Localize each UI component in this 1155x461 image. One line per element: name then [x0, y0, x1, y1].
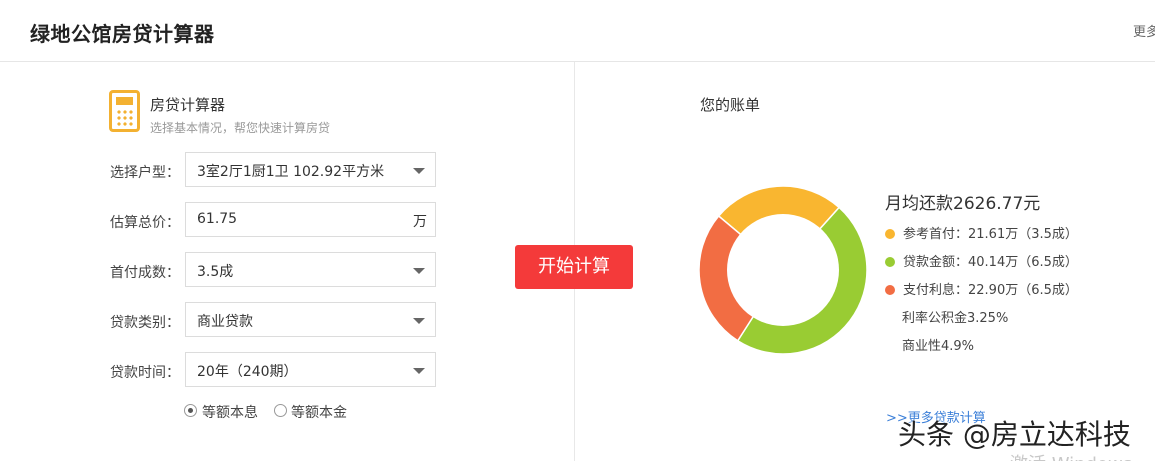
- chevron-down-icon: [413, 168, 425, 174]
- legend-down-payment-text: 参考首付：21.61万（3.5成）: [903, 227, 1078, 242]
- legend-down-payment: 参考首付：21.61万（3.5成）: [885, 223, 1078, 242]
- equal-principal-label[interactable]: 等额本金: [291, 402, 347, 422]
- chevron-down-icon: [413, 318, 425, 324]
- provident-rate: 利率公积金3.25%: [902, 311, 1009, 326]
- monthly-payment: 月均还款2626.77元: [885, 194, 1041, 214]
- legend-loan-amount: 贷款金额：40.14万（6.5成）: [885, 251, 1078, 270]
- calculator-subtitle: 选择基本情况，帮您快速计算房贷: [150, 121, 331, 135]
- commercial-rate: 商业性4.9%: [902, 339, 975, 354]
- house-type-value: 3室2厅1厨1卫 102.92平方米: [197, 164, 385, 180]
- legend-dot-icon: [885, 229, 895, 239]
- loan-type-label: 贷款类别：: [110, 315, 180, 331]
- legend-dot-icon: [885, 285, 895, 295]
- donut-hole: [727, 214, 839, 326]
- watermark: 头条 @房立达科技: [898, 418, 1131, 451]
- start-calculate-button[interactable]: 开始计算: [515, 245, 633, 289]
- house-type-label: 选择户型：: [110, 165, 180, 181]
- page: 绿地公馆房贷计算器 更多 房贷计算器 选择基本情况，帮您快速计算房贷 选择户型：…: [0, 0, 1155, 461]
- header: 绿地公馆房贷计算器 更多: [0, 0, 1155, 62]
- payment-donut-chart: [699, 186, 867, 354]
- calculator-icon: [109, 90, 140, 132]
- page-title: 绿地公馆房贷计算器: [30, 22, 215, 46]
- down-payment-label: 首付成数：: [110, 265, 180, 281]
- equal-principal-radio[interactable]: [274, 404, 287, 417]
- total-price-value: 61.75: [197, 211, 238, 227]
- house-type-select[interactable]: 3室2厅1厨1卫 102.92平方米: [185, 152, 436, 187]
- more-link[interactable]: 更多: [1133, 21, 1155, 40]
- loan-type-value: 商业贷款: [197, 314, 253, 330]
- down-payment-select[interactable]: 3.5成: [185, 252, 436, 287]
- legend-loan-amount-text: 贷款金额：40.14万（6.5成）: [903, 255, 1078, 270]
- loan-term-select[interactable]: 20年（240期）: [185, 352, 436, 387]
- bill-title: 您的账单: [700, 96, 761, 114]
- activate-windows-text: 激活 Windows: [1010, 450, 1132, 461]
- total-price-label: 估算总价：: [110, 215, 180, 231]
- total-price-input[interactable]: 61.75 万: [185, 202, 436, 237]
- calculator-title: 房贷计算器: [150, 96, 226, 114]
- loan-term-value: 20年（240期）: [197, 364, 298, 380]
- legend-interest: 支付利息：22.90万（6.5成）: [885, 279, 1078, 298]
- total-price-unit: 万: [413, 214, 427, 230]
- legend-dot-icon: [885, 257, 895, 267]
- chevron-down-icon: [413, 268, 425, 274]
- equal-installment-label[interactable]: 等额本息: [202, 402, 258, 422]
- legend-interest-text: 支付利息：22.90万（6.5成）: [903, 283, 1078, 298]
- chevron-down-icon: [413, 368, 425, 374]
- loan-term-label: 贷款时间：: [110, 365, 180, 381]
- loan-type-select[interactable]: 商业贷款: [185, 302, 436, 337]
- equal-installment-radio[interactable]: [184, 404, 197, 417]
- down-payment-value: 3.5成: [197, 264, 234, 280]
